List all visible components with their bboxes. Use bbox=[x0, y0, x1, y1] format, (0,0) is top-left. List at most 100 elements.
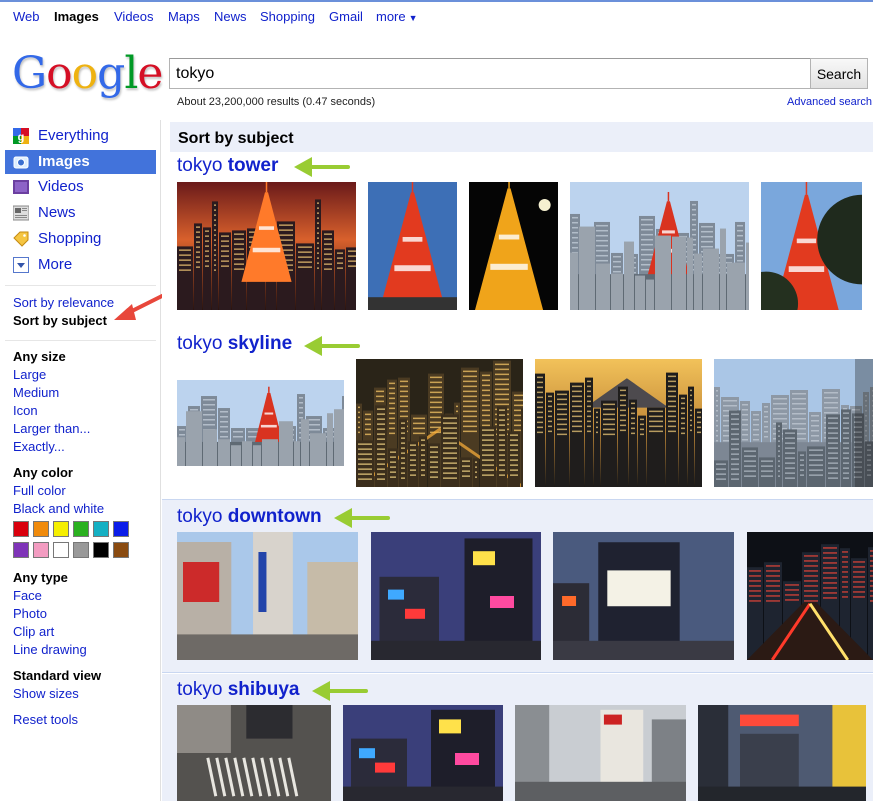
color-swatch[interactable] bbox=[53, 521, 69, 537]
type-clip-art-link[interactable]: Clip art bbox=[13, 623, 54, 641]
nav-web[interactable]: Web bbox=[13, 9, 40, 24]
image-thumbnail[interactable] bbox=[515, 705, 686, 801]
nav-gmail[interactable]: Gmail bbox=[329, 9, 363, 24]
image-thumbnail[interactable] bbox=[469, 182, 558, 310]
sidebar-item-label: News bbox=[38, 204, 76, 221]
search-input[interactable] bbox=[169, 58, 811, 89]
color-swatch[interactable] bbox=[93, 521, 109, 537]
color-swatch[interactable] bbox=[13, 521, 29, 537]
image-thumbnail[interactable] bbox=[368, 182, 457, 310]
sidebar-divider-line bbox=[5, 285, 156, 286]
section-title-shibuya[interactable]: tokyo shibuya bbox=[177, 679, 300, 701]
color-swatch[interactable] bbox=[73, 521, 89, 537]
sort-by-relevance-link[interactable]: Sort by relevance bbox=[13, 294, 114, 312]
sidebar-item-label: More bbox=[38, 256, 73, 273]
image-thumbnail[interactable] bbox=[177, 182, 356, 310]
sidebar-item-videos[interactable]: Videos bbox=[5, 175, 156, 199]
section-title-skyline[interactable]: tokyo skyline bbox=[177, 333, 292, 355]
image-thumbnail[interactable] bbox=[356, 359, 523, 487]
sidebar-item-label: Videos bbox=[38, 178, 84, 195]
section-title-prefix: tokyo bbox=[177, 506, 223, 527]
size-large-link[interactable]: Large bbox=[13, 366, 46, 384]
google-logo[interactable]: Google bbox=[12, 46, 163, 102]
image-thumbnail[interactable] bbox=[553, 532, 734, 660]
image-thumbnail[interactable] bbox=[177, 705, 331, 801]
image-thumbnail[interactable] bbox=[761, 182, 862, 310]
nav-news[interactable]: News bbox=[214, 9, 247, 24]
full-color-link[interactable]: Full color bbox=[13, 482, 66, 500]
image-thumbnail[interactable] bbox=[747, 532, 873, 660]
sidebar-item-more[interactable]: More bbox=[5, 253, 156, 277]
section-title-subject: shibuya bbox=[227, 679, 300, 700]
sidebar-item-shopping[interactable]: Shopping bbox=[5, 227, 156, 251]
size-medium-link[interactable]: Medium bbox=[13, 384, 59, 402]
section-title-prefix: tokyo bbox=[177, 155, 223, 176]
black-and-white-link[interactable]: Black and white bbox=[13, 500, 104, 518]
reset-tools-link[interactable]: Reset tools bbox=[13, 711, 78, 729]
green-annotation-arrow bbox=[294, 157, 350, 177]
red-annotation-arrow bbox=[114, 292, 168, 320]
type-heading: Any type bbox=[13, 570, 68, 585]
logo-letter: o bbox=[71, 48, 98, 99]
section-divider bbox=[162, 499, 873, 500]
color-swatch[interactable] bbox=[13, 542, 29, 558]
section-title-downtown[interactable]: tokyo downtown bbox=[177, 506, 322, 528]
nav-more-label: more bbox=[376, 9, 406, 24]
dropdown-arrow-icon bbox=[13, 257, 29, 273]
nav-shopping[interactable]: Shopping bbox=[260, 9, 315, 24]
logo-letter: G bbox=[12, 48, 47, 99]
sidebar-item-news[interactable]: News bbox=[5, 201, 156, 225]
sidebar-item-images[interactable]: Images bbox=[5, 150, 156, 174]
show-sizes-link[interactable]: Show sizes bbox=[13, 685, 79, 703]
size-icon-link[interactable]: Icon bbox=[13, 402, 38, 420]
nav-more[interactable]: more ▼ bbox=[376, 9, 418, 24]
svg-text:g: g bbox=[18, 132, 25, 144]
top-nav-bar: Web Images Videos Maps News Shopping Gma… bbox=[0, 0, 873, 30]
section-title-subject: tower bbox=[227, 155, 279, 176]
image-thumbnail[interactable] bbox=[371, 532, 541, 660]
image-thumbnail[interactable] bbox=[177, 532, 358, 660]
sort-by-subject-selected: Sort by subject bbox=[13, 313, 107, 328]
advanced-search-link[interactable]: Advanced search bbox=[787, 96, 872, 108]
newspaper-icon bbox=[12, 205, 30, 221]
green-annotation-arrow bbox=[304, 336, 360, 356]
color-swatch[interactable] bbox=[33, 521, 49, 537]
google-g-icon: g bbox=[13, 128, 29, 144]
size-larger-than-link[interactable]: Larger than... bbox=[13, 420, 90, 438]
section-title-tower[interactable]: tokyo tower bbox=[177, 155, 278, 177]
nav-videos[interactable]: Videos bbox=[114, 9, 154, 24]
nav-maps[interactable]: Maps bbox=[168, 9, 200, 24]
type-face-link[interactable]: Face bbox=[13, 587, 42, 605]
logo-letter: g bbox=[97, 48, 125, 99]
color-swatch[interactable] bbox=[113, 521, 129, 537]
image-thumbnail[interactable] bbox=[177, 380, 344, 466]
color-swatch[interactable] bbox=[53, 542, 69, 558]
image-thumbnail[interactable] bbox=[343, 705, 503, 801]
sidebar-item-everything[interactable]: g Everything bbox=[5, 124, 156, 148]
color-swatch[interactable] bbox=[113, 542, 129, 558]
size-exactly-link[interactable]: Exactly... bbox=[13, 438, 65, 456]
search-button[interactable]: Search bbox=[810, 58, 868, 89]
section-title-subject: downtown bbox=[227, 506, 322, 527]
color-swatch[interactable] bbox=[73, 542, 89, 558]
camera-icon bbox=[13, 154, 29, 170]
sidebar-item-label: Everything bbox=[38, 127, 109, 144]
type-line-drawing-link[interactable]: Line drawing bbox=[13, 641, 87, 659]
section-divider bbox=[162, 672, 873, 673]
view-heading: Standard view bbox=[13, 668, 102, 683]
nav-images[interactable]: Images bbox=[54, 9, 99, 24]
color-heading: Any color bbox=[13, 465, 73, 480]
chevron-down-icon: ▼ bbox=[408, 13, 418, 23]
section-title-subject: skyline bbox=[227, 333, 293, 354]
image-thumbnail[interactable] bbox=[698, 705, 866, 801]
image-thumbnail[interactable] bbox=[535, 359, 702, 487]
page-title: Sort by subject bbox=[178, 130, 294, 147]
image-thumbnail[interactable] bbox=[570, 182, 749, 310]
type-photo-link[interactable]: Photo bbox=[13, 605, 47, 623]
color-swatch[interactable] bbox=[93, 542, 109, 558]
color-swatch[interactable] bbox=[33, 542, 49, 558]
sidebar-item-label: Shopping bbox=[38, 230, 102, 247]
logo-letter: l bbox=[124, 48, 138, 99]
green-annotation-arrow bbox=[334, 508, 390, 528]
image-thumbnail[interactable] bbox=[714, 359, 873, 487]
